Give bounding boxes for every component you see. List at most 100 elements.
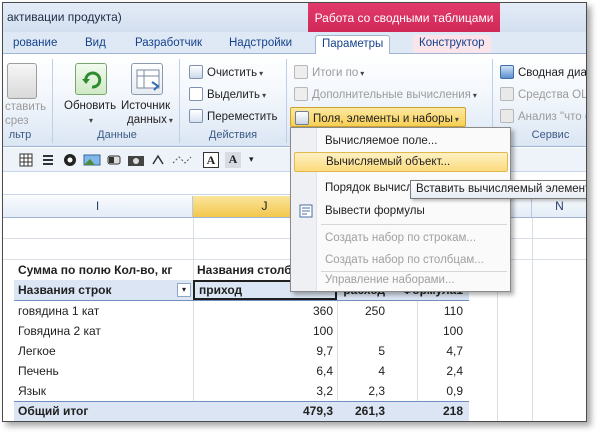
sum-icon xyxy=(294,65,308,79)
contextual-group-label: Работа со сводными таблицами xyxy=(314,11,494,25)
pivot-cell[interactable]: 250 xyxy=(337,301,389,321)
pivot-cell[interactable] xyxy=(337,321,389,341)
pivot-cell[interactable]: 5 xyxy=(337,341,389,361)
pivot-chart-label: Сводная диаг xyxy=(518,67,587,79)
pivot-row-label[interactable]: Говядина 2 кат xyxy=(14,321,192,341)
tab-addins[interactable]: Надстройки xyxy=(223,35,298,53)
change-data-source-label-2[interactable]: данных ▾ xyxy=(127,114,173,126)
olap-tools-button[interactable]: Средства OLA xyxy=(500,87,587,101)
tab-options[interactable]: Параметры xyxy=(315,35,391,55)
select-button[interactable]: Выделить ▾ xyxy=(189,87,266,101)
tab-review[interactable]: рование xyxy=(7,35,63,53)
insert-slicer-label-1[interactable]: ставить xyxy=(5,101,46,113)
menu-item-set-by-rows[interactable]: Создать набор по строкам... xyxy=(294,228,508,248)
summarize-by-button[interactable]: Итоги по ▾ xyxy=(294,65,364,79)
hyperlink-icon[interactable] xyxy=(151,153,165,167)
tab-developer[interactable]: Разработчик xyxy=(129,35,208,53)
menu-item-set-by-columns[interactable]: Создать набор по столбцам... xyxy=(294,250,508,270)
move-icon xyxy=(189,109,203,123)
tab-design[interactable]: Конструктор xyxy=(413,35,491,53)
data-source-icon xyxy=(131,63,163,95)
tooltip: Вставить вычисляемый элемент xyxy=(410,180,586,199)
actions-group-label: Действия xyxy=(208,129,258,141)
menu-item-manage-sets[interactable]: Управление наборами... xyxy=(294,270,508,290)
column-header-n[interactable]: N xyxy=(532,196,586,218)
calc-icon xyxy=(294,87,308,101)
pivot-cell[interactable]: 110 xyxy=(389,301,467,321)
move-pivot-button[interactable]: Переместить xyxy=(189,109,277,123)
refresh-button[interactable]: Обновить xyxy=(64,100,116,112)
pivot-cell[interactable]: 4 xyxy=(337,361,389,381)
refresh-dropdown-icon[interactable]: ▾ xyxy=(87,114,93,126)
text-box-icon[interactable]: A xyxy=(203,152,219,168)
clear-button[interactable]: Очистить ▾ xyxy=(189,65,263,79)
what-if-label: Анализ "что е xyxy=(518,111,587,123)
pivot-chart-button[interactable]: Сводная диаг xyxy=(500,65,587,79)
toggle-icon[interactable] xyxy=(107,153,121,167)
move-label: Переместить xyxy=(207,111,278,123)
pivot-cell[interactable]: 9,7 xyxy=(193,341,337,361)
menu-item-calculated-field[interactable]: Вычисляемое поле... xyxy=(294,131,508,151)
service-group-label: Сервис xyxy=(531,129,570,141)
column-header-i[interactable]: I xyxy=(3,196,193,218)
pivot-cell[interactable]: 4,7 xyxy=(389,341,467,361)
pivot-cell[interactable]: 100 xyxy=(193,321,337,341)
tab-view[interactable]: Вид xyxy=(79,35,112,53)
pivot-total-cell[interactable]: 218 xyxy=(389,401,467,421)
pivot-total-cell[interactable]: 479,3 xyxy=(193,401,337,421)
show-values-as-button[interactable]: Дополнительные вычисления ▾ xyxy=(294,87,477,101)
clear-icon xyxy=(189,65,203,79)
camera-icon[interactable] xyxy=(127,153,145,167)
data-group-label: Данные xyxy=(97,129,137,141)
pivot-value-caption[interactable]: Сумма по полю Кол-во, кг xyxy=(14,260,194,280)
chevron-down-icon: ▾ xyxy=(259,69,264,78)
pivot-cell[interactable]: 3,2 xyxy=(193,381,337,401)
refresh-icon xyxy=(75,63,107,95)
chevron-down-icon: ▾ xyxy=(168,116,173,125)
select-label: Выделить xyxy=(207,89,261,101)
change-data-source-line2: данных xyxy=(127,114,167,126)
filter-group-label: льтр xyxy=(8,129,32,141)
change-data-source-button[interactable]: Источник xyxy=(121,100,170,112)
word-art-icon[interactable]: A xyxy=(225,152,241,168)
pivot-cell[interactable]: 100 xyxy=(389,321,467,341)
menu-item-list-formulas[interactable]: Вывести формулы xyxy=(294,201,508,221)
show-values-as-label: Дополнительные вычисления xyxy=(312,89,471,101)
what-if-icon xyxy=(500,109,514,123)
chevron-down-icon: ▾ xyxy=(472,91,477,100)
pivot-cell[interactable]: 6,4 xyxy=(193,361,337,381)
bullets-icon[interactable] xyxy=(41,153,55,167)
pivot-cell[interactable]: 2,3 xyxy=(337,381,389,401)
row-filter-dropdown-icon[interactable]: ▾ xyxy=(177,283,191,297)
clear-label: Очистить xyxy=(207,67,258,79)
pivot-row-caption[interactable]: Названия строк xyxy=(14,280,174,300)
fields-icon xyxy=(295,111,309,125)
what-if-button[interactable]: Анализ "что е xyxy=(500,109,587,123)
chevron-down-icon: ▾ xyxy=(262,91,267,100)
window-title: активации продукта) xyxy=(7,10,122,24)
ribbon-separator xyxy=(52,59,53,143)
insert-slicer-label-2[interactable]: срез xyxy=(5,115,29,127)
pivot-cell[interactable]: 2,4 xyxy=(389,361,467,381)
slicer-icon xyxy=(7,63,37,99)
customize-toolbar-icon[interactable]: ▾ xyxy=(249,154,254,165)
grid-icon[interactable] xyxy=(19,153,33,167)
select-icon xyxy=(189,87,203,101)
picture-icon[interactable] xyxy=(83,153,101,167)
fields-items-sets-button[interactable]: Поля, элементы и наборы ▾ xyxy=(290,107,466,127)
pivot-row-label[interactable]: Язык xyxy=(14,381,192,401)
menu-separator xyxy=(321,224,507,225)
pivot-total-label[interactable]: Общий итог xyxy=(14,401,192,421)
pivot-row-label[interactable]: Печень xyxy=(14,361,192,381)
ribbon-separator xyxy=(179,59,180,143)
pivot-cell[interactable]: 0,9 xyxy=(389,381,467,401)
eight-ball-icon[interactable] xyxy=(63,153,77,167)
pivot-row-label[interactable]: Легкое xyxy=(14,341,192,361)
connector-icon[interactable] xyxy=(171,153,193,167)
excel-window: активации продукта) Работа со сводными т… xyxy=(2,2,587,422)
pivot-cell[interactable]: 360 xyxy=(193,301,337,321)
pivot-total-cell[interactable]: 261,3 xyxy=(337,401,389,421)
olap-tools-label: Средства OLA xyxy=(518,89,587,101)
menu-item-calculated-item[interactable]: Вычисляемый объект... xyxy=(294,152,508,172)
pivot-row-label[interactable]: говядина 1 кат xyxy=(14,301,192,321)
